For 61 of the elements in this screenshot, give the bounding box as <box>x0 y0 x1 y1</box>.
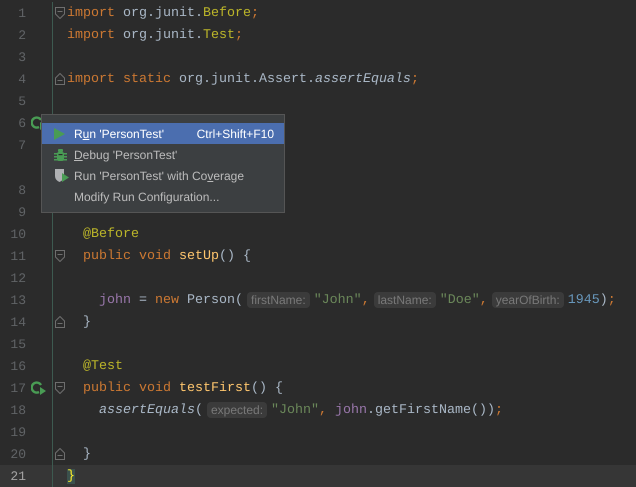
line-number: 12 <box>9 270 26 286</box>
line-number: 15 <box>9 336 26 352</box>
line-number: 6 <box>17 116 26 130</box>
code-text: } <box>67 468 75 484</box>
fold-icon[interactable] <box>55 73 65 85</box>
line-number: 21 <box>9 468 26 484</box>
code-text: import static org.junit.Assert.assertEquals; <box>67 72 419 86</box>
menu-item[interactable]: Run 'PersonTest' Ctrl+Shift+F10 <box>42 123 284 144</box>
code-text: } <box>82 446 91 462</box>
line-number: 8 <box>17 182 26 198</box>
line-number: 17 <box>9 380 26 396</box>
code-text: import org.junit.Before; <box>67 6 259 20</box>
code-text: } <box>82 314 91 330</box>
menu-label: Debug 'PersonTest' <box>74 148 178 162</box>
code-editor[interactable] <box>0 0 636 487</box>
line-number: 20 <box>9 446 26 462</box>
menu-item[interactable]: Run 'PersonTest' with Coverage <box>42 165 284 186</box>
code-text: john = new Person( <box>98 292 243 308</box>
line-number: 10 <box>9 226 26 242</box>
line-number: 16 <box>9 358 26 374</box>
fold-icon[interactable] <box>55 382 65 394</box>
run-test-icon[interactable] <box>31 381 47 395</box>
code-text: "John", john.getFirstName()); <box>271 402 504 418</box>
line-number: 18 <box>9 402 26 418</box>
code-text: @Test <box>82 358 123 374</box>
shortcut-text: Ctrl+Shift+F10 <box>196 126 274 140</box>
parameter-hint: firstName: <box>247 292 310 308</box>
line-number: 9 <box>17 204 26 220</box>
line-number: 1 <box>17 6 26 20</box>
line-number: 11 <box>9 248 26 264</box>
line-number: 7 <box>17 138 26 153</box>
parameter-hint: lastName: <box>374 292 436 308</box>
fold-icon[interactable] <box>55 7 65 19</box>
menu-item[interactable]: Debug 'PersonTest' <box>42 144 284 165</box>
fold-icon[interactable] <box>55 250 65 262</box>
line-number: 5 <box>17 94 26 108</box>
parameter-hint: expected: <box>206 402 268 418</box>
line-number: 14 <box>9 314 26 330</box>
menu-item[interactable]: Modify Run Configuration... <box>42 186 284 207</box>
menu-label: Run 'PersonTest' with Coverage <box>74 168 246 182</box>
menu-label: Run 'PersonTest' <box>74 126 165 140</box>
line-number: 2 <box>17 28 26 42</box>
code-text: 1945); <box>568 292 616 308</box>
line-number: 4 <box>17 72 26 86</box>
parameter-hint: yearOfBirth: <box>492 292 564 308</box>
code-text: public void setUp() { <box>82 248 251 264</box>
line-number: 13 <box>9 292 26 308</box>
line-number: 19 <box>9 424 26 440</box>
code-text: "John", <box>314 292 370 308</box>
code-text: @Before <box>82 226 139 242</box>
code-text: import org.junit.Test; <box>67 28 243 42</box>
fold-icon[interactable] <box>55 448 65 460</box>
coverage-icon <box>54 168 70 183</box>
fold-icon[interactable] <box>55 316 65 328</box>
line-number: 3 <box>17 50 26 64</box>
play-icon <box>54 128 65 140</box>
bug-icon <box>54 148 67 162</box>
code-text: assertEquals( <box>98 402 203 418</box>
menu-label: Modify Run Configuration... <box>74 190 220 204</box>
code-text: public void testFirst() { <box>82 380 283 396</box>
code-text: "Doe", <box>440 292 488 308</box>
